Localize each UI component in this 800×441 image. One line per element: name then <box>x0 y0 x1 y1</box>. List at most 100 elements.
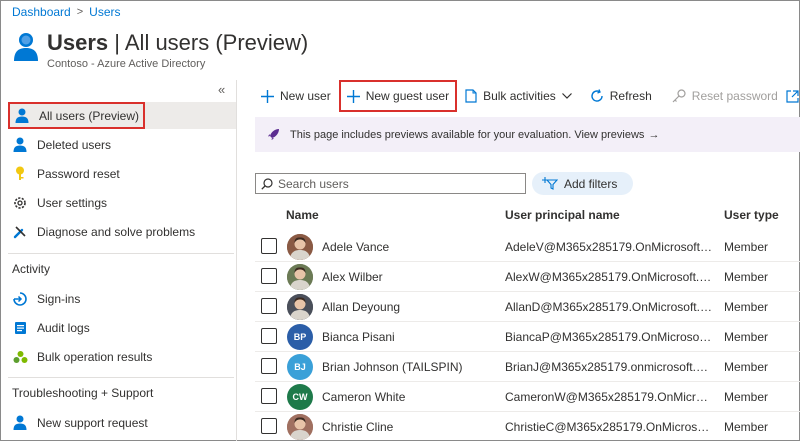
user-type: Member <box>724 420 769 434</box>
sidebar-item-label: Audit logs <box>37 320 90 335</box>
search-box <box>255 173 526 194</box>
table-row[interactable]: Alex Wilber AlexW@M365x285179.OnMicrosoft… <box>255 262 800 292</box>
sidebar-item-label: New support request <box>37 415 148 430</box>
table-row[interactable]: Allan Deyoung AllanD@M365x285179.OnMicros… <box>255 292 800 322</box>
column-header-name[interactable]: Name <box>286 208 319 222</box>
sidebar-section-support: Troubleshooting + Support <box>12 386 154 400</box>
user-type: Member <box>724 360 769 374</box>
sidebar-divider <box>8 377 234 378</box>
page-subtitle: Contoso - Azure Active Directory <box>47 58 206 70</box>
sidebar-item-audit-logs[interactable]: Audit logs <box>8 314 236 341</box>
breadcrumb-dashboard[interactable]: Dashboard <box>12 5 71 19</box>
new-guest-user-button[interactable]: New guest user <box>338 80 458 112</box>
user-name-link[interactable]: Christie Cline <box>322 420 393 434</box>
chevron-down-icon <box>561 93 572 99</box>
row-checkbox[interactable] <box>261 328 277 344</box>
new-guest-user-label: New guest user <box>365 89 450 103</box>
new-user-button[interactable]: New user <box>255 81 337 111</box>
sign-in-icon <box>12 291 28 307</box>
column-header-upn[interactable]: User principal name <box>505 208 620 222</box>
command-bar: New user New guest user Bulk activities … <box>237 80 800 112</box>
search-icon <box>261 177 273 190</box>
deleted-user-icon <box>12 137 28 153</box>
arrow-right-icon[interactable]: → <box>648 129 659 141</box>
search-users-input[interactable] <box>278 176 508 191</box>
breadcrumb-chevron-icon: > <box>76 6 84 18</box>
table-row[interactable]: BP Bianca Pisani BiancaP@M365x285179.OnMic… <box>255 322 800 352</box>
user-name-link[interactable]: Bianca Pisani <box>322 330 395 344</box>
row-checkbox[interactable] <box>261 388 277 404</box>
sidebar-item-all-users[interactable]: All users (Preview) <box>8 102 236 129</box>
user-name-link[interactable]: Alex Wilber <box>322 270 383 284</box>
preview-banner: This page includes previews available fo… <box>255 117 800 152</box>
row-checkbox[interactable] <box>261 358 277 374</box>
open-external-icon <box>786 89 799 103</box>
table-row[interactable]: BJ Brian Johnson (TAILSPIN) BrianJ@M365x28… <box>255 352 800 382</box>
reset-password-button[interactable]: Reset password <box>666 81 784 111</box>
sidebar-item-diagnose[interactable]: Diagnose and solve problems <box>8 218 236 245</box>
sidebar-item-sign-ins[interactable]: Sign-ins <box>8 285 236 312</box>
user-name-link[interactable]: Brian Johnson (TAILSPIN) <box>322 360 463 374</box>
table-row[interactable]: Adele Vance AdeleV@M365x285179.OnMicrosof… <box>255 232 800 262</box>
sidebar-item-user-settings[interactable]: User settings <box>8 189 236 216</box>
all-users-highlight-box: All users (Preview) <box>8 102 146 129</box>
new-user-label: New user <box>280 89 331 103</box>
bulk-activities-label: Bulk activities <box>483 89 556 103</box>
row-checkbox[interactable] <box>261 268 277 284</box>
user-type: Member <box>724 240 769 254</box>
page-title-rest: | All users (Preview) <box>108 30 309 55</box>
refresh-button[interactable]: Refresh <box>584 81 658 111</box>
preview-banner-text[interactable]: This page includes previews available fo… <box>290 129 644 141</box>
breadcrumb-users[interactable]: Users <box>89 5 120 19</box>
add-filters-label: Add filters <box>564 176 618 191</box>
bulk-activities-button[interactable]: Bulk activities <box>459 81 584 111</box>
bulk-results-icon <box>12 349 28 365</box>
breadcrumb: Dashboard > Users <box>12 5 121 19</box>
avatar: BJ <box>287 354 313 380</box>
row-checkbox[interactable] <box>261 238 277 254</box>
plus-icon <box>346 89 360 103</box>
avatar <box>287 414 313 440</box>
row-checkbox[interactable] <box>261 298 277 314</box>
user-name-link[interactable]: Adele Vance <box>322 240 389 254</box>
user-principal-name: BiancaP@M365x285179.OnMicrosoft.c... <box>505 330 713 344</box>
sidebar-item-label: Diagnose and solve problems <box>37 224 196 239</box>
table-row[interactable]: CW Cameron White CameronW@M365x285179.OnMi… <box>255 382 800 412</box>
key-icon <box>12 166 28 182</box>
sidebar-item-label: User settings <box>37 195 108 210</box>
open-external-button[interactable] <box>784 81 800 111</box>
sidebar-item-label: Password reset <box>37 166 120 181</box>
table-row[interactable]: Christie Cline ChristieC@M365x285179.OnMi… <box>255 412 800 441</box>
row-checkbox[interactable] <box>261 418 277 434</box>
collapse-sidebar-icon[interactable]: « <box>218 82 225 97</box>
sidebar-item-deleted-users[interactable]: Deleted users <box>8 131 236 158</box>
reset-password-label: Reset password <box>691 89 778 103</box>
avatar <box>287 294 313 320</box>
rocket-icon <box>267 128 280 141</box>
avatar <box>287 264 313 290</box>
sidebar-item-password-reset[interactable]: Password reset <box>8 160 236 187</box>
column-header-user-type[interactable]: User type <box>724 208 779 222</box>
avatar: CW <box>287 384 313 410</box>
page-title: Users | All users (Preview) <box>47 30 308 56</box>
sidebar-section-activity: Activity <box>12 262 51 276</box>
gear-icon <box>12 195 28 211</box>
user-principal-name: AdeleV@M365x285179.OnMicrosoft.c... <box>505 240 713 254</box>
refresh-label: Refresh <box>609 89 652 103</box>
sidebar-item-label: Sign-ins <box>37 291 81 306</box>
user-type: Member <box>724 270 769 284</box>
user-type: Member <box>724 390 769 404</box>
user-principal-name: ChristieC@M365x285179.OnMicrosoft.c... <box>505 420 713 434</box>
user-name-link[interactable]: Cameron White <box>322 390 405 404</box>
sidebar-item-bulk-results[interactable]: Bulk operation results <box>8 343 236 370</box>
filter-plus-icon <box>542 177 558 190</box>
sidebar-item-new-support-request[interactable]: New support request <box>8 409 236 436</box>
document-icon <box>465 89 477 103</box>
user-name-link[interactable]: Allan Deyoung <box>322 300 400 314</box>
user-principal-name: CameronW@M365x285179.OnMicrosoft... <box>505 390 713 404</box>
sidebar-item-label: Bulk operation results <box>37 349 153 364</box>
sidebar-item-label: All users (Preview) <box>39 108 140 123</box>
add-filters-button[interactable]: Add filters <box>532 172 633 195</box>
users-title-icon <box>14 33 38 61</box>
sidebar-item-label: Deleted users <box>37 137 112 152</box>
